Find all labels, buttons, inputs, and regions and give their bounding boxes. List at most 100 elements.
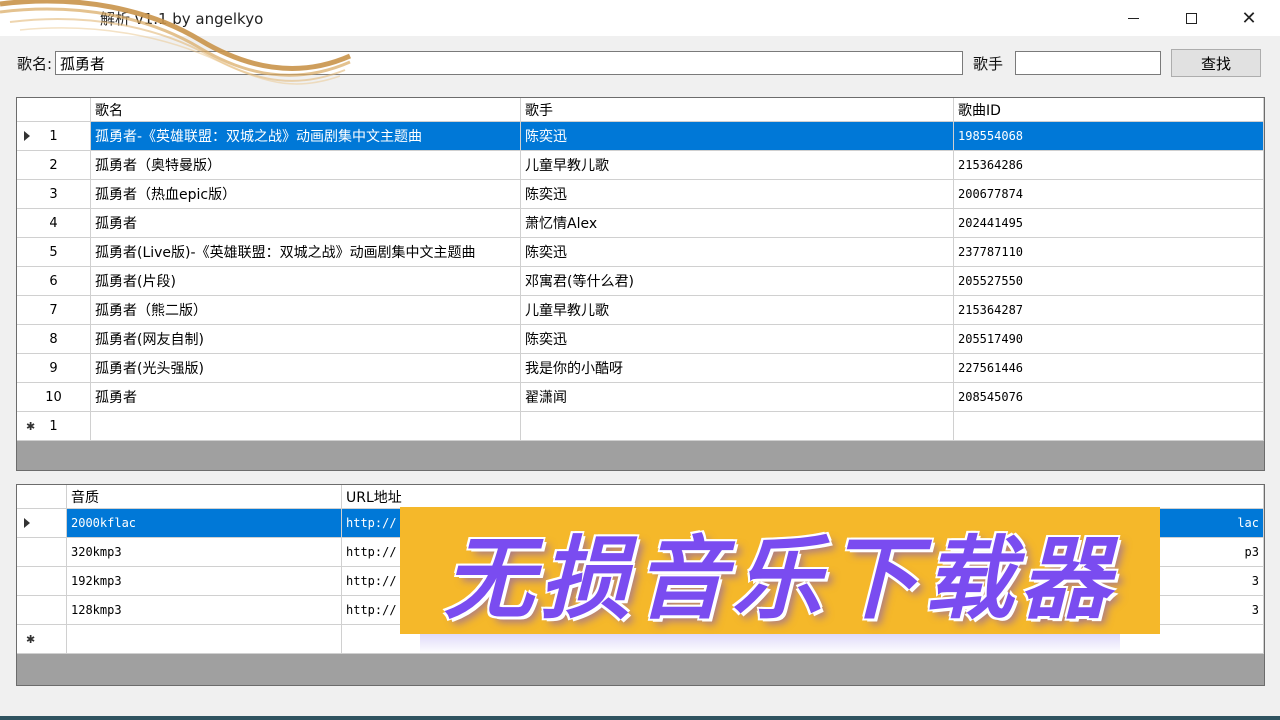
row-number: 1	[49, 418, 58, 434]
song-id-cell[interactable]: 200677874	[954, 180, 1264, 209]
table-row[interactable]: 10 孤勇者 翟潇闻 208545076	[17, 383, 1264, 412]
song-id-cell[interactable]: 227561446	[954, 354, 1264, 383]
singer-cell[interactable]: 萧忆情Alex	[521, 209, 954, 238]
singer-cell[interactable]: 陈奕迅	[521, 122, 954, 151]
column-header-song-id[interactable]: 歌曲ID	[954, 98, 1264, 122]
table-row[interactable]: 7 孤勇者（熊二版） 儿童早教儿歌 215364287	[17, 296, 1264, 325]
table-row[interactable]: 1 孤勇者-《英雄联盟：双城之战》动画剧集中文主题曲 陈奕迅 198554068	[17, 122, 1264, 151]
song-name-cell[interactable]: 孤勇者	[91, 209, 521, 238]
table-row[interactable]: 3 孤勇者（热血epic版） 陈奕迅 200677874	[17, 180, 1264, 209]
quality-cell[interactable]	[67, 625, 342, 654]
row-number: 2	[49, 157, 58, 173]
taskbar-strip	[0, 716, 1280, 720]
row-header[interactable]: ✱	[17, 625, 67, 654]
url-tail-text: 3	[1251, 574, 1259, 588]
row-header[interactable]: 8	[17, 325, 91, 354]
close-icon: ✕	[1241, 7, 1257, 29]
singer-cell[interactable]: 陈奕迅	[521, 325, 954, 354]
title-bar: 解析 v1.1 by angelkyo ✕	[0, 0, 1280, 85]
quality-cell[interactable]: 192kmp3	[67, 567, 342, 596]
song-id-cell[interactable]: 202441495	[954, 209, 1264, 238]
promo-banner: 无损音乐下载器	[400, 507, 1160, 634]
songs-grid[interactable]: 歌名 歌手 歌曲ID 1 孤勇者-《英雄联盟：双城之战》动画剧集中文主题曲 陈奕…	[16, 97, 1265, 471]
current-row-arrow-icon	[24, 131, 30, 141]
singer-cell[interactable]: 我是你的小酷呀	[521, 354, 954, 383]
row-number: 3	[49, 186, 58, 202]
table-row[interactable]: 5 孤勇者(Live版)-《英雄联盟：双城之战》动画剧集中文主题曲 陈奕迅 23…	[17, 238, 1264, 267]
search-button[interactable]: 查找	[1171, 49, 1261, 77]
quality-cell[interactable]: 128kmp3	[67, 596, 342, 625]
song-id-cell[interactable]: 237787110	[954, 238, 1264, 267]
song-name-cell[interactable]: 孤勇者（奥特曼版）	[91, 151, 521, 180]
row-number: 9	[49, 360, 58, 376]
row-header[interactable]: 6	[17, 267, 91, 296]
singer-cell[interactable]: 陈奕迅	[521, 180, 954, 209]
new-row-star-icon: ✱	[26, 419, 36, 433]
minimize-icon	[1127, 17, 1139, 19]
songs-header-row: 歌名 歌手 歌曲ID	[17, 98, 1264, 122]
song-id-cell[interactable]: 215364287	[954, 296, 1264, 325]
row-header[interactable]: 5	[17, 238, 91, 267]
singer-cell[interactable]: 陈奕迅	[521, 238, 954, 267]
row-header[interactable]	[17, 596, 67, 625]
url-text: http://	[346, 545, 397, 559]
column-header-quality[interactable]: 音质	[67, 485, 342, 509]
row-header[interactable]	[17, 567, 67, 596]
song-name-cell[interactable]: 孤勇者-《英雄联盟：双城之战》动画剧集中文主题曲	[91, 122, 521, 151]
song-id-cell[interactable]: 208545076	[954, 383, 1264, 412]
song-id-cell[interactable]: 198554068	[954, 122, 1264, 151]
singer-input[interactable]	[1015, 51, 1161, 75]
singer-cell[interactable]: 邓寓君(等什么君)	[521, 267, 954, 296]
row-header[interactable]: 3	[17, 180, 91, 209]
new-row-star-icon: ✱	[26, 632, 36, 646]
song-name-cell[interactable]: 孤勇者（热血epic版）	[91, 180, 521, 209]
song-id-cell[interactable]: 205517490	[954, 325, 1264, 354]
song-id-cell[interactable]: 205527550	[954, 267, 1264, 296]
table-row[interactable]: 6 孤勇者(片段) 邓寓君(等什么君) 205527550	[17, 267, 1264, 296]
song-name-cell[interactable]	[91, 412, 521, 441]
column-header-singer[interactable]: 歌手	[521, 98, 954, 122]
song-id-cell[interactable]: 215364286	[954, 151, 1264, 180]
row-header[interactable]	[17, 538, 67, 567]
row-number: 8	[49, 331, 58, 347]
row-header[interactable]	[17, 509, 67, 538]
singer-cell[interactable]: 儿童早教儿歌	[521, 296, 954, 325]
song-name-cell[interactable]: 孤勇者(Live版)-《英雄联盟：双城之战》动画剧集中文主题曲	[91, 238, 521, 267]
song-name-input[interactable]	[55, 51, 963, 75]
table-row[interactable]: 9 孤勇者(光头强版) 我是你的小酷呀 227561446	[17, 354, 1264, 383]
quality-cell[interactable]: 320kmp3	[67, 538, 342, 567]
minimize-button[interactable]	[1104, 0, 1162, 36]
row-header[interactable]: 10	[17, 383, 91, 412]
row-number: 7	[49, 302, 58, 318]
row-header[interactable]: 9	[17, 354, 91, 383]
row-header[interactable]: 4	[17, 209, 91, 238]
window-title: 解析 v1.1 by angelkyo	[100, 10, 264, 28]
row-header[interactable]: 7	[17, 296, 91, 325]
maximize-button[interactable]	[1162, 0, 1220, 36]
url-tail-text: p3	[1244, 545, 1259, 559]
singer-cell[interactable]: 儿童早教儿歌	[521, 151, 954, 180]
column-header-song-name[interactable]: 歌名	[91, 98, 521, 122]
table-row[interactable]: 4 孤勇者 萧忆情Alex 202441495	[17, 209, 1264, 238]
song-name-cell[interactable]: 孤勇者(片段)	[91, 267, 521, 296]
quality-cell[interactable]: 2000kflac	[67, 509, 342, 538]
song-name-cell[interactable]: 孤勇者(光头强版)	[91, 354, 521, 383]
row-header[interactable]: 2	[17, 151, 91, 180]
banner-title: 无损音乐下载器	[444, 526, 1116, 632]
song-id-cell[interactable]	[954, 412, 1264, 441]
row-header[interactable]: 1	[17, 122, 91, 151]
current-row-arrow-icon	[24, 518, 30, 528]
close-button[interactable]: ✕	[1220, 0, 1278, 36]
new-row[interactable]: ✱ 1	[17, 412, 1264, 441]
url-tail-text: lac	[1237, 516, 1259, 530]
song-name-cell[interactable]: 孤勇者（熊二版）	[91, 296, 521, 325]
table-row[interactable]: 8 孤勇者(网友自制) 陈奕迅 205517490	[17, 325, 1264, 354]
singer-cell[interactable]: 翟潇闻	[521, 383, 954, 412]
url-text: http://	[346, 574, 397, 588]
table-row[interactable]: 2 孤勇者（奥特曼版） 儿童早教儿歌 215364286	[17, 151, 1264, 180]
singer-cell[interactable]	[521, 412, 954, 441]
song-name-cell[interactable]: 孤勇者(网友自制)	[91, 325, 521, 354]
row-number: 4	[49, 215, 58, 231]
song-name-cell[interactable]: 孤勇者	[91, 383, 521, 412]
row-header[interactable]: ✱ 1	[17, 412, 91, 441]
